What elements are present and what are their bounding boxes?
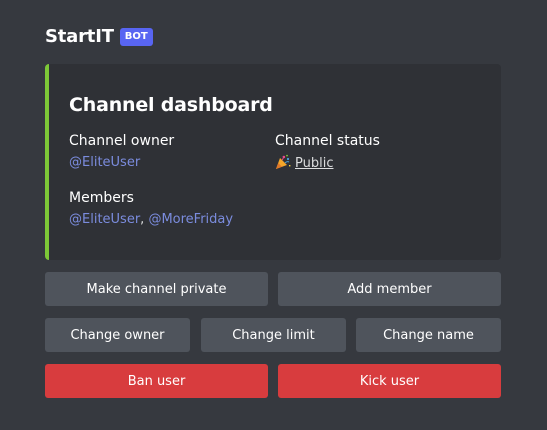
member-mention[interactable]: @MoreFriday bbox=[148, 212, 233, 227]
field-label-channel-status: Channel status bbox=[275, 133, 380, 149]
field-value-members: @EliteUser, @MoreFriday bbox=[69, 211, 233, 229]
field-label-members: Members bbox=[69, 190, 134, 206]
field-value-channel-status: Public bbox=[275, 154, 380, 173]
field-channel-status: Channel status Public bbox=[275, 132, 380, 173]
make-channel-private-button[interactable]: Make channel private bbox=[45, 272, 268, 306]
change-owner-button[interactable]: Change owner bbox=[45, 318, 190, 352]
kick-user-button[interactable]: Kick user bbox=[278, 364, 501, 398]
field-channel-owner: Channel owner @EliteUser bbox=[69, 132, 174, 172]
field-value-channel-owner: @EliteUser bbox=[69, 154, 174, 172]
embed-title: Channel dashboard bbox=[69, 94, 273, 116]
owner-mention[interactable]: @EliteUser bbox=[69, 155, 140, 170]
party-popper-icon bbox=[275, 154, 291, 170]
bot-badge: BOT bbox=[119, 27, 153, 46]
field-label-channel-owner: Channel owner bbox=[69, 133, 175, 149]
change-limit-button[interactable]: Change limit bbox=[201, 318, 346, 352]
bot-header: StartIT BOT bbox=[45, 26, 153, 47]
channel-dashboard-embed: Channel dashboard Channel owner @EliteUs… bbox=[45, 64, 501, 260]
field-members: Members @EliteUser, @MoreFriday bbox=[69, 189, 233, 229]
add-member-button[interactable]: Add member bbox=[278, 272, 501, 306]
ban-user-button[interactable]: Ban user bbox=[45, 364, 268, 398]
change-name-button[interactable]: Change name bbox=[356, 318, 501, 352]
app-name[interactable]: StartIT bbox=[45, 26, 114, 47]
status-value-link[interactable]: Public bbox=[295, 156, 333, 171]
member-mention[interactable]: @EliteUser bbox=[69, 212, 140, 227]
